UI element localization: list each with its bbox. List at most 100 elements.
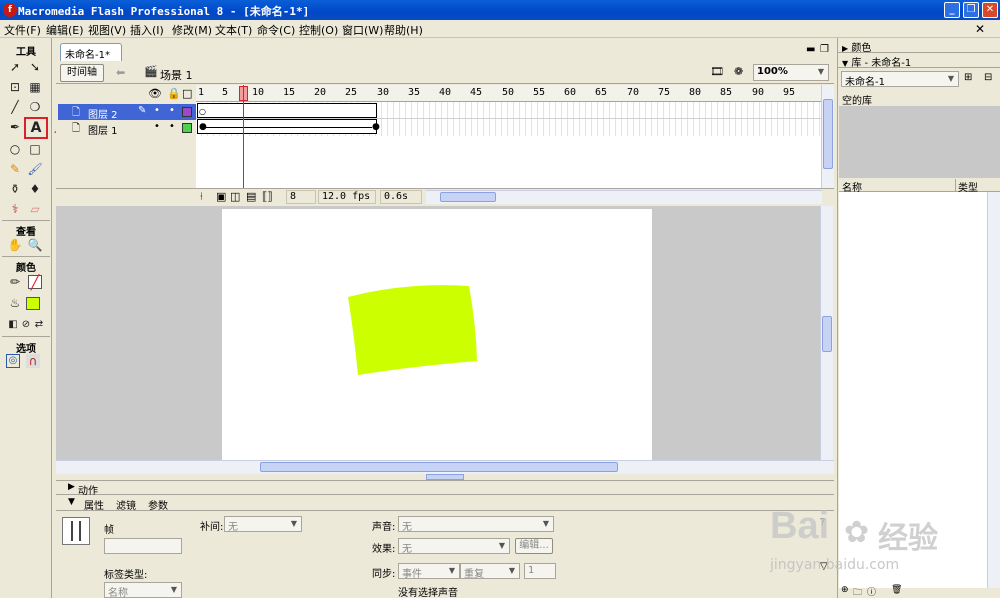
brush-tool-icon[interactable]: 🖌 [26,160,44,178]
free-transform-tool-icon[interactable]: ⊡ [6,78,24,96]
repeat-count-input[interactable]: 1 [524,563,556,579]
tween-select[interactable]: 无 ▼ [224,516,302,533]
sound-select[interactable]: 无 ▼ [398,516,554,533]
zoom-select[interactable]: 100% ▼ [753,64,829,81]
actions-label[interactable]: 动作 [78,482,98,497]
collapse-arrow-icon[interactable]: ▶ [68,482,75,492]
expand-arrow-icon[interactable]: ▼ [842,59,848,68]
pencil-tool-icon[interactable]: ✎ [6,160,24,178]
chevron-down-icon[interactable]: ▼ [815,66,827,78]
scroll-thumb[interactable] [823,99,833,169]
lock-icon[interactable]: 🔒 [167,87,181,100]
scroll-thumb[interactable] [822,316,832,352]
selection-tool-icon[interactable]: ➚ [6,58,24,76]
swap-colors-icon[interactable]: ⇄ [30,316,48,334]
edit-sound-button[interactable]: 编辑... [515,538,553,554]
timeline-vertical-scrollbar[interactable] [821,85,834,188]
lock-dot[interactable]: • [169,121,175,132]
layer-name[interactable]: 图层 1 [88,122,118,137]
fill-color-icon[interactable]: ♨ [6,294,24,312]
sync-select[interactable]: 事件 ▼ [398,563,460,580]
layer1-frame-span[interactable]: ● ● [197,119,380,134]
layer2-frame-span[interactable]: ○ [197,103,377,118]
panel-restore-icon[interactable]: ❐ [820,44,829,55]
menu-modify[interactable]: 修改(M) [172,22,212,38]
chevron-down-icon[interactable]: ▼ [446,565,458,577]
tab-filters[interactable]: 滤镜 [116,497,136,512]
timeline-toggle-button[interactable]: 时间轴 [60,64,104,82]
stroke-swatch[interactable]: ╱ [28,275,42,290]
tab-properties[interactable]: 属性 [84,497,104,512]
onion-markers-icon[interactable]: ⟦⟧ [262,190,273,203]
eraser-tool-icon[interactable]: ▱ [26,200,44,218]
fill-swatch[interactable] [26,297,40,310]
scene-label[interactable]: 场景 1 [160,67,193,83]
scroll-thumb[interactable] [260,462,618,472]
text-tool-icon[interactable]: A [24,117,48,139]
frame-grid[interactable]: 1 5 10 15 20 25 30 35 40 45 50 55 60 65 … [196,85,821,193]
oval-tool-icon[interactable]: ○ [6,140,24,158]
object-drawing-icon[interactable]: ◎ [6,354,20,368]
frame-label-input[interactable] [104,538,182,554]
zoom-tool-icon[interactable]: 🔍 [26,236,44,254]
menu-help[interactable]: 帮助(H) [384,22,423,38]
menu-commands[interactable]: 命令(C) [257,22,295,38]
doc-close-icon[interactable]: ✕ [975,22,985,36]
outline-icon[interactable]: □ [182,87,192,100]
hand-tool-icon[interactable]: ✋ [6,236,24,254]
menu-view[interactable]: 视图(V) [88,22,126,38]
menu-insert[interactable]: 插入(I) [130,22,164,38]
tweened-shape[interactable] [348,285,477,375]
edit-symbol-icon[interactable]: ❁ [734,65,743,78]
repeat-select[interactable]: 重复 ▼ [460,563,520,580]
library-panel-header[interactable]: ▼ 库 - 未命名-1 [838,53,1000,69]
layer-name[interactable]: 图层 2 [88,106,118,121]
layer-color-swatch[interactable] [182,107,192,117]
tab-params[interactable]: 参数 [148,497,168,512]
collapse-arrow-icon[interactable]: ▶ [842,44,848,53]
chevron-down-icon[interactable]: ▼ [168,584,180,596]
color-panel-header[interactable]: ▶ 颜色 [838,38,1000,54]
chevron-down-icon[interactable]: ▼ [506,565,518,577]
minimize-button[interactable]: _ [944,2,960,18]
pasteboard[interactable] [56,206,820,460]
edit-multiple-icon[interactable]: ▤ [246,190,256,203]
menu-edit[interactable]: 编辑(E) [46,22,84,38]
layer-color-swatch[interactable] [182,123,192,133]
eye-icon[interactable]: 👁 [148,87,162,100]
lasso-tool-icon[interactable]: ❍ [26,98,44,116]
close-button[interactable]: ✕ [982,2,998,18]
scroll-thumb[interactable] [440,192,496,202]
menu-window[interactable]: 窗口(W) [342,22,383,38]
layer-row-1[interactable]: 🗋 图层 1 • • [58,120,196,137]
panel-minimize-icon[interactable]: ▬ [806,44,815,55]
restore-button[interactable]: ❐ [963,2,979,18]
stage-horizontal-scrollbar[interactable] [56,460,834,474]
lock-dot[interactable]: • [169,105,175,116]
label-type-select[interactable]: 名称 ▼ [104,582,182,598]
tab-untitled-1[interactable]: 未命名-1* [60,43,122,61]
visible-dot[interactable]: • [154,105,160,116]
menu-control[interactable]: 控制(O) [299,22,338,38]
subselection-tool-icon[interactable]: ➘ [26,58,44,76]
eyedropper-tool-icon[interactable]: ⚕ [6,200,24,218]
rectangle-tool-icon[interactable]: □ [26,140,44,158]
paint-bucket-tool-icon[interactable]: ♦ [26,180,44,198]
timeline-horizontal-scrollbar[interactable] [426,190,822,204]
library-panel-title[interactable]: 库 - 未命名-1 [851,58,911,69]
stage-vertical-scrollbar[interactable] [820,206,833,460]
expand-arrow-icon[interactable]: ▼ [68,497,75,507]
line-tool-icon[interactable]: ╱ [6,98,24,116]
effect-select[interactable]: 无 ▼ [398,538,510,555]
pen-tool-icon[interactable]: ✒ [6,118,24,136]
layer-row-2[interactable]: 🗋 图层 2 ✎ • • [58,104,196,121]
visible-dot[interactable]: • [154,121,160,132]
stroke-color-icon[interactable]: ✏ [6,273,24,291]
chevron-down-icon[interactable]: ▼ [540,518,552,530]
frame-rate[interactable]: 12.0 fps [318,190,376,204]
pin-library-icon[interactable]: ⊞ [964,72,972,83]
ink-bottle-tool-icon[interactable]: ⚱ [6,180,24,198]
chevron-down-icon[interactable]: ▼ [496,540,508,552]
chevron-down-icon[interactable]: ▼ [288,518,300,530]
onion-skin-icon[interactable]: ▣ [216,190,226,203]
